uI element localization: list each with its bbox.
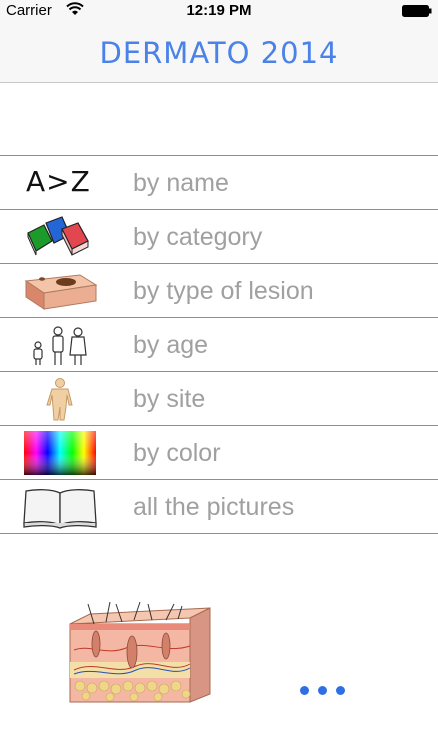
dot [300, 686, 309, 695]
menu-item-by-name[interactable]: A>Z by name [0, 156, 438, 210]
dot [318, 686, 327, 695]
menu-item-label: by color [133, 439, 221, 467]
a-to-z-icon-text: A>Z [26, 165, 91, 198]
books-icon [27, 216, 89, 256]
family-icon [33, 326, 87, 365]
menu-item-label: all the pictures [133, 493, 295, 521]
menu-item-label: by type of lesion [133, 277, 314, 305]
menu-item-label: by category [133, 223, 263, 251]
color-spectrum-icon [24, 431, 96, 475]
lesion-icon [24, 274, 98, 310]
open-book-icon [23, 489, 97, 529]
menu-item-by-type-of-lesion[interactable]: by type of lesion [0, 264, 438, 318]
skin-cross-section-illustration [69, 601, 211, 703]
status-bar: Carrier 12:19 PM [0, 0, 438, 22]
menu-item-label: by name [133, 169, 229, 197]
menu-item-by-category[interactable]: by category [0, 210, 438, 264]
menu-item-by-site[interactable]: by site [0, 372, 438, 426]
menu-item-by-color[interactable]: by color [0, 426, 438, 480]
battery-icon [402, 5, 432, 17]
menu-item-all-pictures[interactable]: all the pictures [0, 480, 438, 534]
app-title: DERMATO 2014 [99, 36, 339, 70]
status-time: 12:19 PM [186, 2, 252, 19]
a-to-z-icon: A>Z [22, 161, 98, 205]
more-options-icon[interactable] [300, 682, 362, 698]
body-icon [46, 378, 73, 421]
navigation-bar: DERMATO 2014 [0, 22, 438, 83]
search-menu: A>Z by name by category by type of lesio… [0, 155, 438, 534]
menu-item-by-age[interactable]: by age [0, 318, 438, 372]
menu-item-label: by age [133, 331, 209, 359]
dot [336, 686, 345, 695]
menu-item-label: by site [133, 385, 206, 413]
